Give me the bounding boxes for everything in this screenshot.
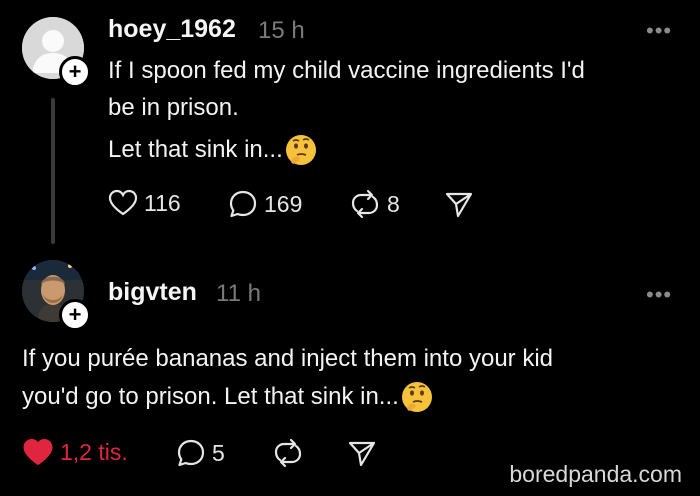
post-time: 15 h [258, 17, 305, 44]
repost-icon [351, 189, 379, 219]
repost-button[interactable] [272, 438, 304, 468]
post-line: If you purée bananas and inject them int… [22, 345, 553, 372]
reply-count: 169 [264, 190, 303, 217]
thread-line [51, 98, 55, 244]
heart-filled-icon [23, 439, 53, 466]
repost-button[interactable]: 8 [349, 189, 400, 219]
post-line: If I spoon fed my child vaccine ingredie… [108, 57, 585, 84]
thinking-face-emoji-icon [401, 381, 432, 412]
like-count: 116 [144, 189, 181, 216]
reply-button[interactable]: 5 [176, 438, 225, 468]
speech-bubble-icon [229, 190, 257, 218]
watermark: boredpanda.com [509, 461, 682, 487]
like-button[interactable]: 116 [108, 189, 181, 217]
post-line-with-emoji: you'd go to prison. Let that sink in... [22, 378, 433, 415]
like-button-active[interactable]: 1,2 tis. [22, 438, 128, 467]
post-line: you'd go to prison. Let that sink in... [22, 383, 399, 410]
post-line: Let that sink in... [108, 136, 283, 163]
more-dots-icon[interactable]: ••• [646, 282, 672, 308]
follow-plus-icon[interactable]: + [59, 299, 91, 331]
post-line-with-emoji: Let that sink in... [108, 131, 317, 168]
heart-icon [108, 189, 138, 216]
reply-count: 5 [212, 439, 225, 466]
more-dots-icon[interactable]: ••• [646, 18, 672, 44]
follow-plus-icon[interactable]: + [59, 56, 91, 88]
username[interactable]: bigvten [108, 278, 197, 307]
send-icon [445, 192, 473, 218]
reply-button[interactable]: 169 [228, 189, 302, 219]
share-button[interactable] [347, 438, 377, 468]
username[interactable]: hoey_1962 [108, 15, 236, 44]
share-button[interactable] [444, 189, 474, 219]
thinking-face-emoji-icon [285, 134, 316, 165]
speech-bubble-icon [177, 439, 205, 467]
repost-count: 8 [387, 190, 400, 217]
post-line: be in prison. [108, 94, 239, 121]
send-icon [348, 441, 376, 467]
post-time: 11 h [216, 280, 261, 307]
like-count: 1,2 tis. [60, 439, 128, 465]
repost-icon [274, 438, 302, 468]
